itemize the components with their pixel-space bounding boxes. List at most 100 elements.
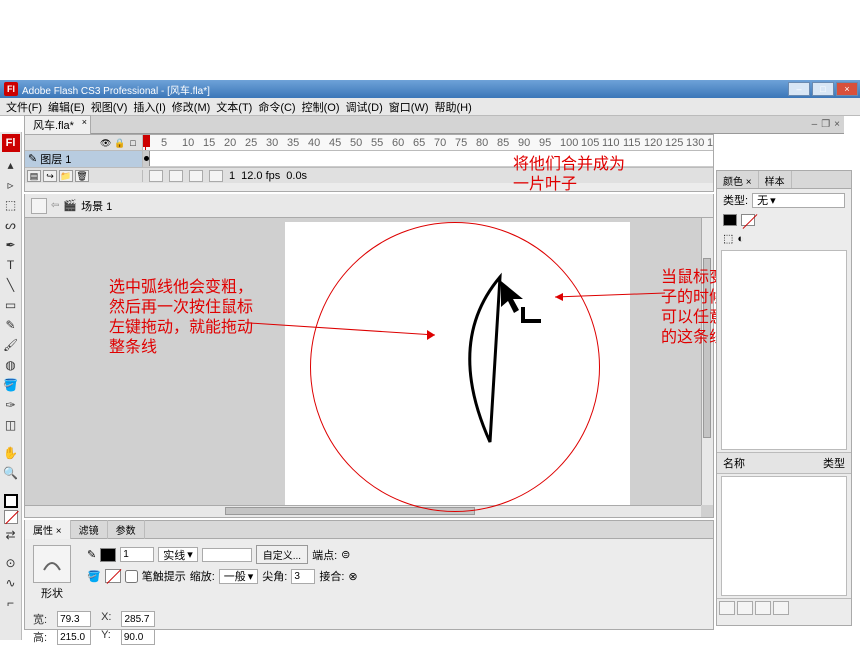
tab-color[interactable]: 颜色 ×: [717, 171, 759, 188]
selection-tool[interactable]: ▴: [2, 156, 20, 174]
straighten-option-icon[interactable]: ⌐: [2, 594, 20, 612]
stroke-width-input[interactable]: [120, 547, 154, 562]
outline-icon[interactable]: □: [128, 138, 138, 148]
menu-window[interactable]: 窗口(W): [389, 99, 429, 115]
stroke-color-swatch[interactable]: [4, 494, 18, 508]
pen-tool[interactable]: ✒: [2, 236, 20, 254]
menu-commands[interactable]: 命令(C): [258, 99, 295, 115]
horizontal-scrollbar[interactable]: [25, 505, 701, 517]
lib-new-folder-button[interactable]: [737, 601, 753, 615]
width-input[interactable]: [57, 611, 91, 627]
rp-type-select[interactable]: 无 ▾: [752, 193, 845, 208]
smooth-option-icon[interactable]: ∿: [2, 574, 20, 592]
hand-tool[interactable]: ✋: [2, 444, 20, 462]
eraser-tool[interactable]: ◫: [2, 416, 20, 434]
lasso-tool[interactable]: ᔕ: [2, 216, 20, 234]
timeline-ruler[interactable]: 5101520253035404550556065707580859095100…: [143, 135, 713, 150]
lib-delete-button[interactable]: [773, 601, 789, 615]
tab-parameters[interactable]: 参数: [108, 520, 145, 539]
pencil-tool[interactable]: ✎: [2, 316, 20, 334]
lib-properties-button[interactable]: [755, 601, 771, 615]
eyedropper-tool[interactable]: ✑: [2, 396, 20, 414]
stroke-style-select[interactable]: 实线 ▾: [158, 547, 198, 562]
onion-outline-icon[interactable]: [169, 170, 183, 182]
stroke-hinting-checkbox[interactable]: [125, 570, 138, 583]
menu-edit[interactable]: 编辑(E): [48, 99, 85, 115]
fill-color-picker[interactable]: [105, 569, 121, 583]
vertical-scrollbar[interactable]: [701, 218, 713, 505]
tools-panel: Fl ▴ ▹ ⬚ ᔕ ✒ T ╲ ▭ ✎ 🖌 ◍ 🪣 ✑ ◫ ✋ 🔍 ⇄ ⊙ ∿…: [0, 132, 22, 640]
show-hide-icon[interactable]: 👁: [100, 138, 110, 148]
height-input[interactable]: [57, 629, 91, 645]
lib-col-type[interactable]: 类型: [823, 455, 845, 471]
scene-label[interactable]: 场景 1: [81, 198, 112, 214]
y-input[interactable]: [121, 629, 155, 645]
free-transform-tool[interactable]: ⬚: [2, 196, 20, 214]
maximize-button[interactable]: □: [812, 82, 834, 96]
menu-modify[interactable]: 修改(M): [172, 99, 211, 115]
doc-close-icon[interactable]: ×: [834, 119, 840, 130]
menu-file[interactable]: 文件(F): [6, 99, 42, 115]
menu-debug[interactable]: 调试(D): [346, 99, 383, 115]
miter-input[interactable]: [291, 569, 315, 584]
ink-bottle-tool[interactable]: ◍: [2, 356, 20, 374]
rp-swap-icon[interactable]: ⬚: [723, 232, 733, 245]
custom-stroke-button[interactable]: 自定义...: [256, 545, 308, 564]
tab-swatch[interactable]: 样本: [759, 171, 792, 188]
new-layer-button[interactable]: ▤: [27, 170, 41, 182]
rp-stroke-swatch[interactable]: [723, 214, 737, 226]
stage-area[interactable]: [24, 218, 714, 518]
menu-insert[interactable]: 插入(I): [133, 99, 165, 115]
scale-select[interactable]: 一般 ▾: [219, 569, 259, 584]
playhead[interactable]: [145, 135, 146, 150]
x-input[interactable]: [121, 611, 155, 627]
subselection-tool[interactable]: ▹: [2, 176, 20, 194]
menu-view[interactable]: 视图(V): [91, 99, 128, 115]
rp-default-icon[interactable]: ◐: [737, 233, 744, 245]
tab-properties[interactable]: 属性 ×: [25, 520, 71, 539]
lock-icon[interactable]: 🔒: [114, 138, 124, 148]
doc-minimize-icon[interactable]: –: [812, 119, 818, 130]
document-tab-close-icon[interactable]: ×: [82, 117, 87, 127]
rectangle-tool[interactable]: ▭: [2, 296, 20, 314]
paint-bucket-tool[interactable]: 🪣: [2, 376, 20, 394]
ruler-tick: 125: [665, 137, 683, 149]
document-tab[interactable]: 风车.fla* ×: [24, 115, 91, 134]
brush-tool[interactable]: 🖌: [2, 336, 20, 354]
lib-new-symbol-button[interactable]: [719, 601, 735, 615]
close-button[interactable]: ×: [836, 82, 858, 96]
text-tool[interactable]: T: [2, 256, 20, 274]
annotation-left: 选中弧线他会变粗，然后再一次按住鼠标左键拖动，就能拖动整条线: [109, 278, 254, 358]
collapse-timeline-button[interactable]: [31, 198, 47, 214]
fill-color-swatch[interactable]: [4, 510, 18, 524]
menu-help[interactable]: 帮助(H): [435, 99, 472, 115]
menu-text[interactable]: 文本(T): [216, 99, 252, 115]
menu-control[interactable]: 控制(O): [302, 99, 340, 115]
delete-layer-button[interactable]: 🗑: [75, 170, 89, 182]
cap-icon[interactable]: ⊜: [341, 548, 350, 561]
layer-row[interactable]: ✎ 图层 1: [25, 151, 143, 167]
edit-multi-icon[interactable]: [189, 170, 203, 182]
rp-fill-swatch[interactable]: [741, 214, 755, 226]
library-list[interactable]: [721, 476, 847, 596]
onion-skin-icon[interactable]: [149, 170, 163, 182]
tab-filters[interactable]: 滤镜: [71, 520, 108, 539]
keyframe-1[interactable]: [143, 151, 150, 166]
stage-canvas[interactable]: [285, 222, 630, 510]
new-folder-button[interactable]: 📁: [59, 170, 73, 182]
zoom-tool[interactable]: 🔍: [2, 464, 20, 482]
line-tool[interactable]: ╲: [2, 276, 20, 294]
onion-marker-icon[interactable]: [209, 170, 223, 182]
lib-col-name[interactable]: 名称: [723, 455, 823, 471]
doc-restore-icon[interactable]: ❐: [821, 119, 830, 130]
ruler-tick: 65: [413, 137, 425, 149]
join-icon[interactable]: ⊗: [348, 570, 357, 583]
stroke-color-picker[interactable]: [100, 548, 116, 562]
shape-type-icon: [33, 545, 71, 583]
snap-option-icon[interactable]: ⊙: [2, 554, 20, 572]
library-preview: [721, 250, 847, 450]
swap-colors-icon[interactable]: ⇄: [2, 526, 20, 544]
new-motion-guide-button[interactable]: ↪: [43, 170, 57, 182]
scene-back-icon[interactable]: ⇦: [51, 200, 59, 211]
minimize-button[interactable]: –: [788, 82, 810, 96]
